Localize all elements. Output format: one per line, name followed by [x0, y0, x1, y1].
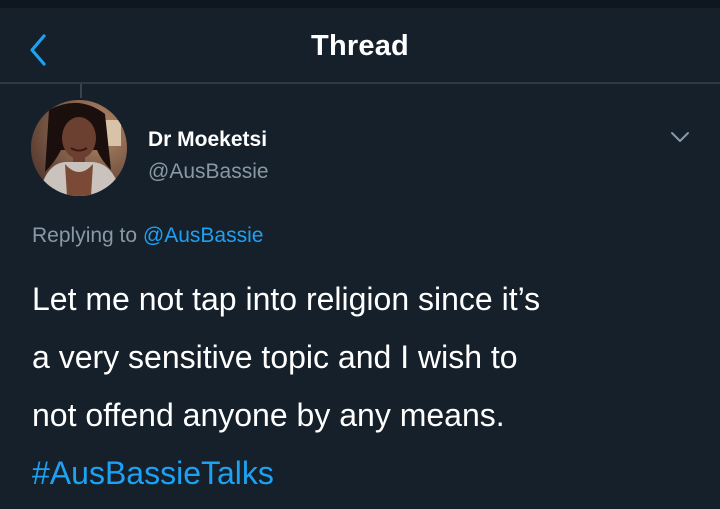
thread-connector-line — [80, 84, 82, 98]
avatar-image — [31, 100, 127, 196]
page-title: Thread — [311, 30, 409, 62]
tweet-menu-button[interactable] — [664, 124, 696, 150]
tweet-text-line: Let me not tap into religion since it’s — [32, 281, 541, 317]
tweet-text-line: not offend anyone by any means. — [32, 397, 505, 433]
author-handle: @AusBassie — [148, 160, 269, 183]
hashtag-link[interactable]: #AusBassieTalks — [32, 444, 702, 502]
tweet-text-line: a very sensitive topic and I wish to — [32, 339, 518, 375]
thread-header: Thread — [0, 8, 720, 82]
header-divider — [0, 82, 720, 84]
author-name[interactable]: Dr Moeketsi — [148, 128, 267, 152]
chevron-down-icon — [671, 132, 689, 142]
avatar[interactable] — [31, 100, 127, 196]
status-strip — [0, 0, 720, 8]
replying-to-mention[interactable]: @AusBassie — [143, 224, 264, 247]
tweet-body: Let me not tap into religion since it’s … — [32, 270, 702, 502]
replying-to-label: Replying to — [32, 224, 143, 247]
replying-to: Replying to @AusBassie — [32, 224, 263, 248]
